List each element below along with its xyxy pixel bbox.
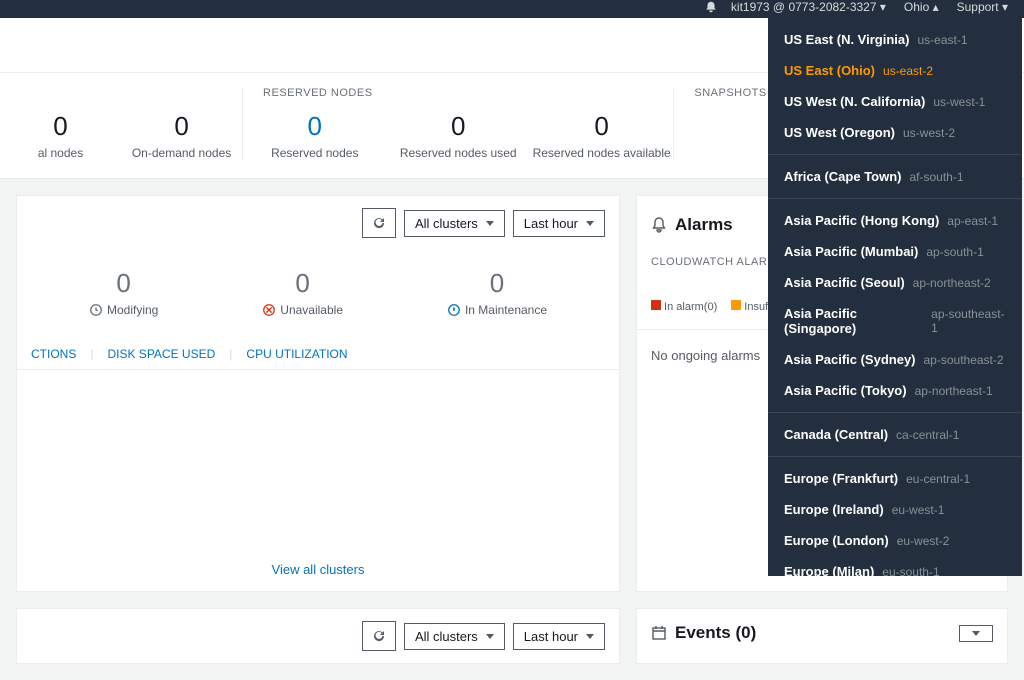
kpi-label: al nodes [0, 146, 121, 160]
status-unavailable: 0 Unavailable [262, 268, 343, 317]
region-item[interactable]: Asia Pacific (Tokyo)ap-northeast-1 [768, 375, 1022, 406]
refresh-button[interactable] [362, 621, 396, 651]
top-nav: kit1973 @ 0773-2082-3327 ▾ Ohio ▴ Suppor… [0, 0, 1024, 18]
maintenance-icon [447, 303, 461, 317]
bell-icon [651, 217, 667, 233]
legend-swatch [731, 300, 741, 310]
region-item[interactable]: Europe (Frankfurt)eu-central-1 [768, 463, 1022, 494]
events-title: Events (0) [675, 623, 756, 643]
region-separator [768, 412, 1022, 413]
status-value: 0 [447, 268, 547, 299]
bottom-clusters-panel: All clusters Last hour [16, 608, 620, 664]
kpi-cell: 0 al nodes [0, 111, 121, 160]
bottom-row: All clusters Last hour Events (0) [0, 608, 1024, 680]
kpi-label: On-demand nodes [121, 146, 242, 160]
kpi-value: 0 [0, 111, 121, 142]
kpi-label: Reserved nodes available [530, 146, 673, 160]
region-item[interactable]: Africa (Cape Town)af-south-1 [768, 161, 1022, 192]
region-item[interactable]: Asia Pacific (Hong Kong)ap-east-1 [768, 205, 1022, 236]
region-item[interactable]: US East (Ohio)us-east-2 [768, 55, 1022, 86]
status-label: In Maintenance [465, 303, 547, 317]
account-menu[interactable]: kit1973 @ 0773-2082-3327 ▾ [731, 0, 886, 14]
region-item[interactable]: US West (N. California)us-west-1 [768, 86, 1022, 117]
calendar-icon [651, 625, 667, 641]
tab-disk-space[interactable]: DISK SPACE USED [107, 347, 215, 361]
tab-connections[interactable]: CTIONS [31, 347, 76, 361]
status-value: 0 [89, 268, 158, 299]
view-all-clusters-link[interactable]: View all clusters [17, 548, 619, 591]
cluster-filter-dropdown[interactable]: All clusters [404, 210, 505, 237]
kpi-label: Reserved nodes used [386, 146, 529, 160]
region-menu[interactable]: Ohio ▴ [904, 0, 939, 14]
region-item[interactable]: Asia Pacific (Singapore)ap-southeast-1 [768, 298, 1022, 344]
chevron-down-icon [586, 634, 594, 639]
legend-swatch [651, 300, 661, 310]
region-item[interactable]: Asia Pacific (Sydney)ap-southeast-2 [768, 344, 1022, 375]
time-filter-dropdown[interactable]: Last hour [513, 210, 605, 237]
kpi-value: 0 [121, 111, 242, 142]
events-dropdown[interactable] [959, 625, 993, 642]
region-item[interactable]: Canada (Central)ca-central-1 [768, 419, 1022, 450]
kpi-value: 0 [386, 111, 529, 142]
legend-item: In alarm(0) [651, 300, 717, 313]
region-dropdown: US East (N. Virginia)us-east-1US East (O… [768, 18, 1022, 576]
kpi-cell: 0 Reserved nodes available [530, 111, 673, 160]
kpi-value[interactable]: 0 [243, 111, 386, 142]
notifications-icon[interactable] [703, 0, 719, 14]
region-separator [768, 456, 1022, 457]
status-maintenance: 0 In Maintenance [447, 268, 547, 317]
region-item[interactable]: Asia Pacific (Mumbai)ap-south-1 [768, 236, 1022, 267]
events-panel: Events (0) [636, 608, 1008, 664]
kpi-label: Reserved nodes [243, 146, 386, 160]
region-item[interactable]: US West (Oregon)us-west-2 [768, 117, 1022, 148]
region-item[interactable]: Europe (Ireland)eu-west-1 [768, 494, 1022, 525]
kpi-cell: 0 Reserved nodes [243, 111, 386, 160]
region-separator [768, 154, 1022, 155]
chevron-down-icon [486, 634, 494, 639]
kpi-cell: 0 On-demand nodes [121, 111, 242, 160]
clusters-panel: All clusters Last hour 0 Modifying 0 Unavai… [16, 195, 620, 592]
region-item[interactable]: Europe (London)eu-west-2 [768, 525, 1022, 556]
tab-cpu[interactable]: CPU UTILIZATION [246, 347, 347, 361]
region-item[interactable]: Asia Pacific (Seoul)ap-northeast-2 [768, 267, 1022, 298]
reserved-nodes-heading: RESERVED NODES [243, 87, 673, 111]
kpi-value: 0 [530, 111, 673, 142]
refresh-button[interactable] [362, 208, 396, 238]
chevron-down-icon [486, 221, 494, 226]
region-item[interactable]: Europe (Milan)eu-south-1 [768, 556, 1022, 576]
region-separator [768, 198, 1022, 199]
metric-tabs: CTIONS| DISK SPACE USED| CPU UTILIZATION [17, 341, 619, 370]
modifying-icon [89, 303, 103, 317]
cluster-filter-dropdown[interactable]: All clusters [404, 623, 505, 650]
chevron-down-icon [972, 631, 980, 636]
chevron-down-icon [586, 221, 594, 226]
region-item[interactable]: US East (N. Virginia)us-east-1 [768, 24, 1022, 55]
status-label: Modifying [107, 303, 158, 317]
alarms-title: Alarms [675, 215, 733, 235]
support-menu[interactable]: Support ▾ [957, 0, 1008, 14]
time-filter-dropdown[interactable]: Last hour [513, 623, 605, 650]
status-value: 0 [262, 268, 343, 299]
kpi-cell: 0 Reserved nodes used [386, 111, 529, 160]
unavailable-icon [262, 303, 276, 317]
status-modifying: 0 Modifying [89, 268, 158, 317]
status-label: Unavailable [280, 303, 343, 317]
